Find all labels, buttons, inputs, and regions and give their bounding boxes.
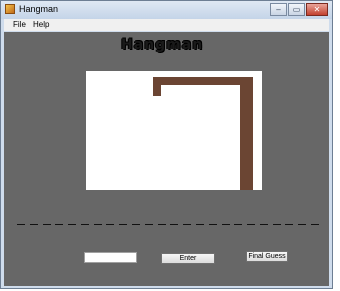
window-controls: – ▭ ✕: [269, 3, 328, 16]
app-icon: [5, 4, 15, 14]
letter-blank: [55, 223, 64, 225]
letter-blank: [310, 223, 319, 225]
final-guess-button[interactable]: Final Guess: [246, 251, 288, 262]
letter-blank: [68, 223, 77, 225]
letter-blank: [234, 223, 243, 225]
gallows-post: [240, 77, 253, 190]
app-window: Hangman – ▭ ✕ File Help Hangman Enter Fi…: [0, 0, 333, 289]
minimize-button[interactable]: –: [270, 3, 287, 16]
menu-file[interactable]: File: [13, 19, 26, 31]
gallows-canvas: [86, 71, 262, 190]
menu-help[interactable]: Help: [33, 19, 49, 31]
letter-blank: [119, 223, 128, 225]
enter-button[interactable]: Enter: [161, 253, 215, 264]
letter-blank: [170, 223, 179, 225]
letter-blank: [144, 223, 153, 225]
letter-blank: [29, 223, 38, 225]
gallows-rope-stub: [153, 77, 161, 96]
letter-blank: [298, 223, 307, 225]
letter-blank: [132, 223, 141, 225]
letter-blank: [195, 223, 204, 225]
close-button[interactable]: ✕: [306, 3, 328, 16]
guess-input[interactable]: [84, 252, 137, 263]
game-panel: Hangman Enter Final Guess: [4, 32, 329, 286]
game-heading: Hangman: [121, 37, 204, 53]
letter-blank: [17, 223, 25, 225]
letter-blank: [183, 223, 192, 225]
letter-blank: [221, 223, 230, 225]
letter-blank: [106, 223, 115, 225]
letter-blank: [157, 223, 166, 225]
letter-blank: [80, 223, 89, 225]
letter-blank: [42, 223, 51, 225]
letter-blank: [285, 223, 294, 225]
menu-bar: File Help: [4, 19, 329, 31]
maximize-button[interactable]: ▭: [288, 3, 305, 16]
word-blanks: [17, 219, 319, 229]
letter-blank: [93, 223, 102, 225]
letter-blank: [272, 223, 281, 225]
gallows-beam: [153, 77, 253, 85]
title-bar[interactable]: Hangman – ▭ ✕: [1, 1, 332, 19]
window-title: Hangman: [19, 4, 59, 14]
gallows-drawing: [153, 77, 253, 190]
letter-blank: [259, 223, 268, 225]
letter-blank: [247, 223, 256, 225]
letter-blank: [208, 223, 217, 225]
